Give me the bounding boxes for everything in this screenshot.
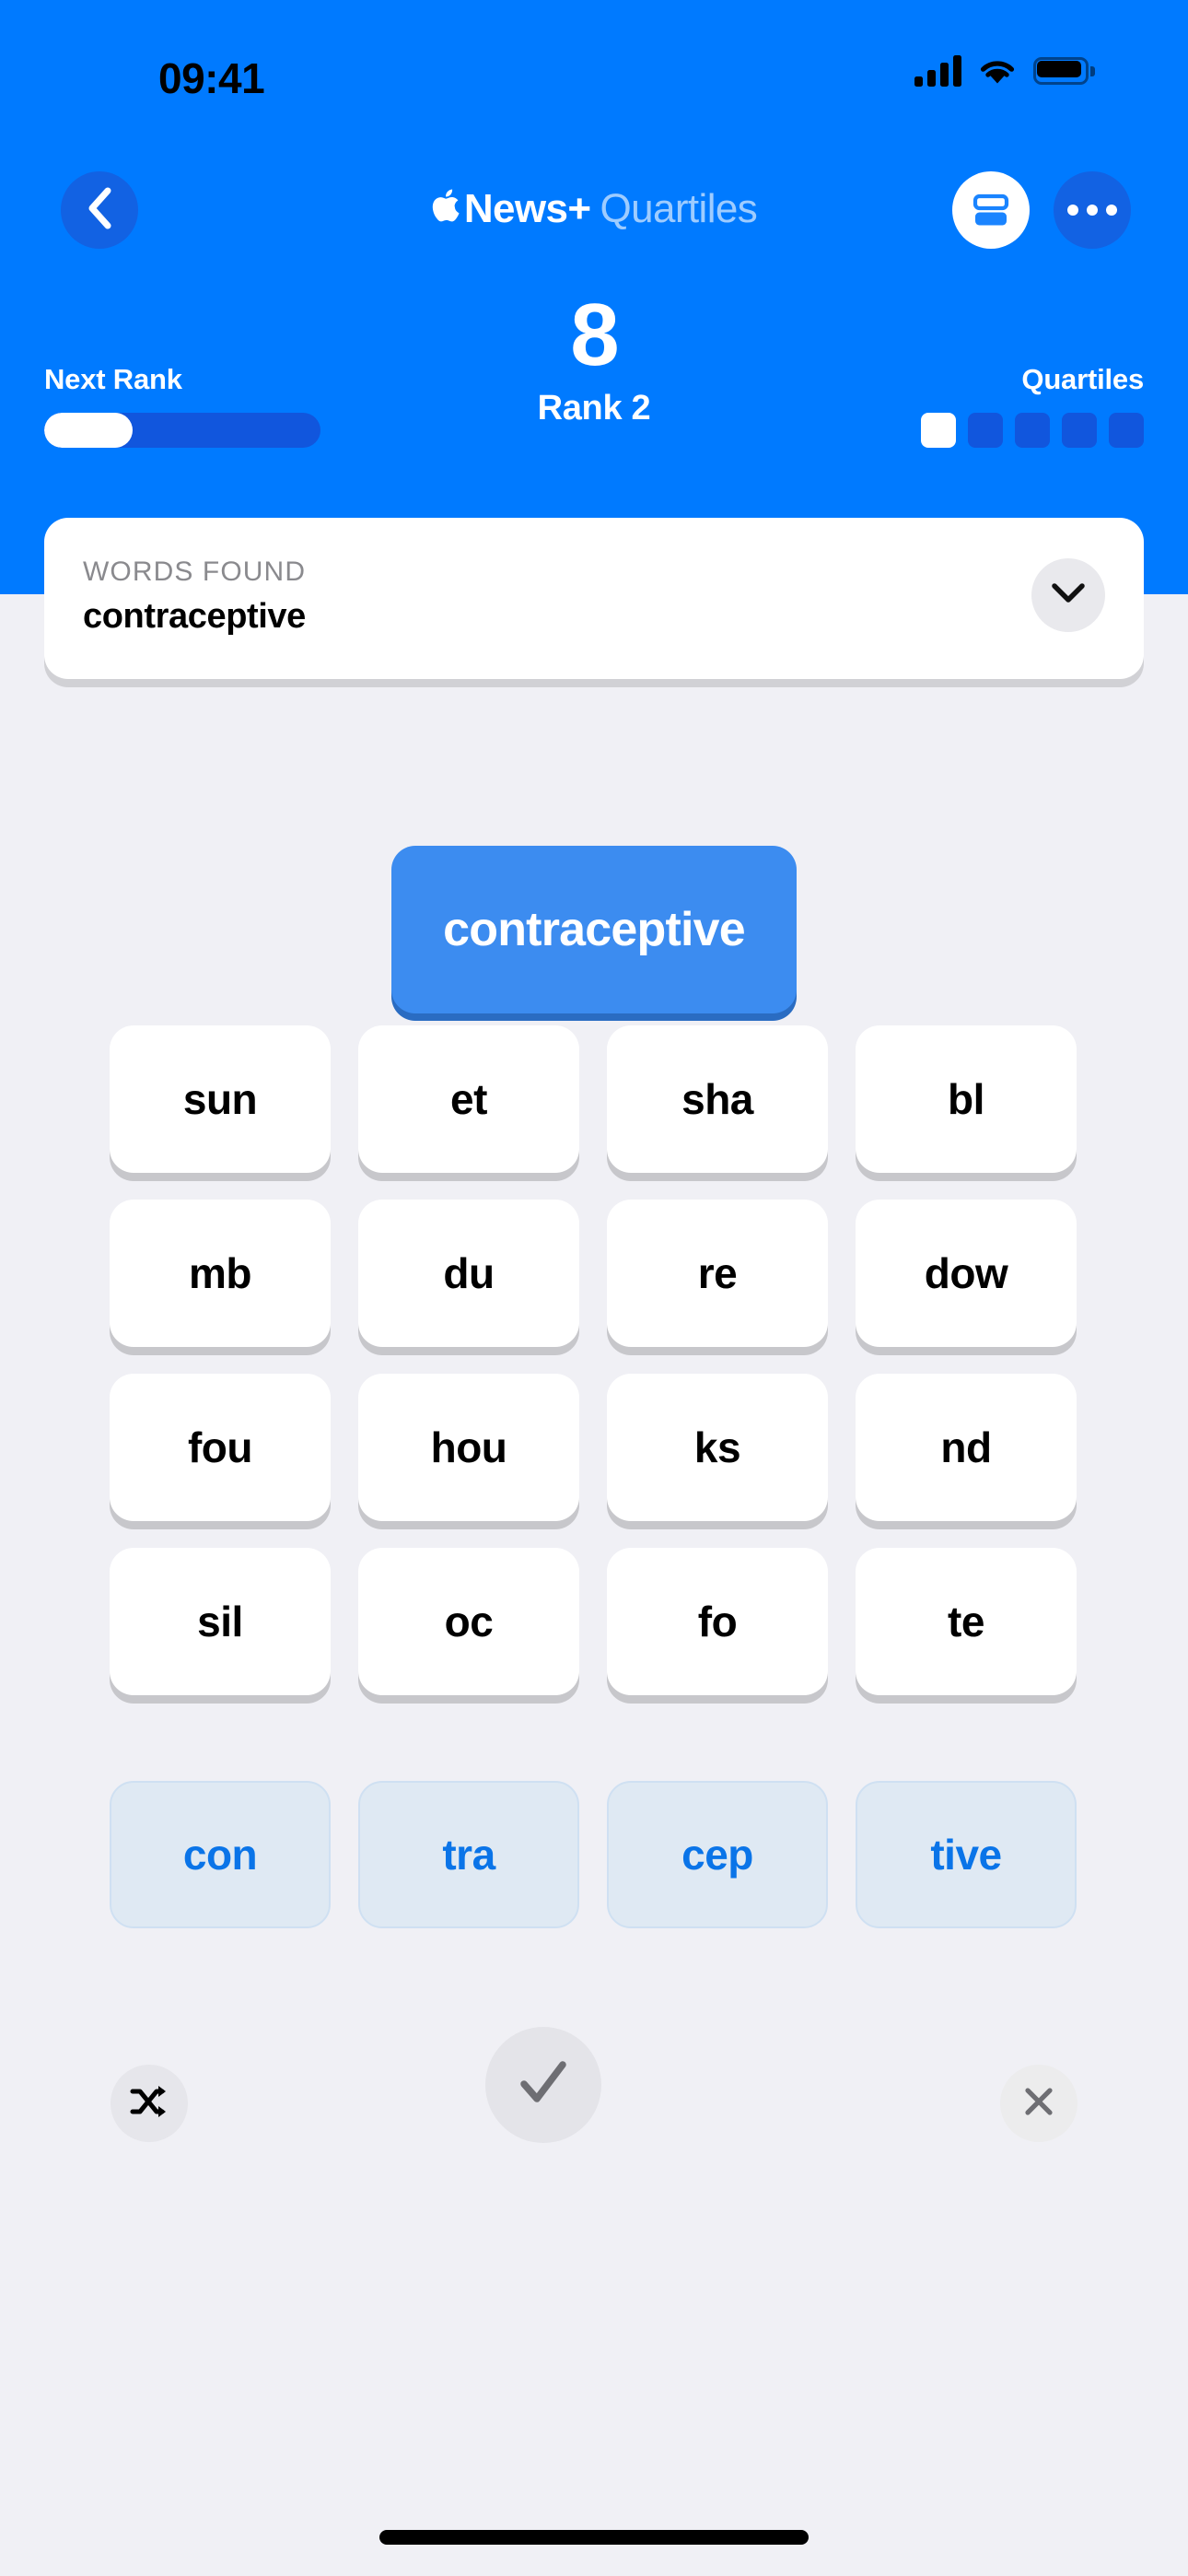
title-suffix: Quartiles [600, 186, 758, 231]
cards-layout-icon [970, 189, 1012, 231]
letter-tile[interactable]: sha [607, 1025, 828, 1173]
letter-tile[interactable]: dow [856, 1200, 1077, 1347]
selected-letter-tile[interactable]: con [110, 1781, 331, 1928]
quartiles-label: Quartiles [1021, 363, 1144, 395]
letter-tile[interactable]: et [358, 1025, 579, 1173]
quartiles-indicator-section: Quartiles [921, 363, 1144, 448]
quartile-box [1015, 413, 1050, 448]
quartile-box [968, 413, 1003, 448]
cellular-signal-icon [914, 55, 961, 87]
letter-tile[interactable]: sil [110, 1548, 331, 1695]
shuffle-icon [129, 2083, 169, 2125]
letter-tile[interactable]: nd [856, 1374, 1077, 1521]
letter-tile[interactable]: te [856, 1548, 1077, 1695]
letter-tile[interactable]: hou [358, 1374, 579, 1521]
apple-logo-icon [431, 187, 462, 234]
status-bar-time: 09:41 [158, 54, 265, 102]
words-found-expand-button[interactable] [1031, 558, 1105, 632]
words-found-card[interactable]: WORDS FOUND contraceptive [44, 518, 1144, 679]
letter-tile[interactable]: bl [856, 1025, 1077, 1173]
selected-letter-tile[interactable]: cep [607, 1781, 828, 1928]
app-screen: 09:41 News+ Quartiles 8 Rank 2 Next Rank… [0, 0, 1188, 2576]
letter-tile[interactable]: fou [110, 1374, 331, 1521]
wifi-icon [976, 55, 1019, 87]
status-bar-icons [914, 55, 1095, 87]
quartiles-progress-boxes [921, 413, 1144, 448]
close-x-icon [1020, 2083, 1057, 2125]
selected-letter-tile[interactable]: tra [358, 1781, 579, 1928]
tile-grid: sun et sha bl mb du re dow fou hou ks nd sil oc fo te [110, 1025, 1078, 1695]
words-found-label: WORDS FOUND [83, 556, 307, 587]
next-rank-progress-fill [44, 413, 133, 448]
chevron-down-icon [1050, 581, 1087, 610]
letter-tile[interactable]: ks [607, 1374, 828, 1521]
quartile-box [1062, 413, 1097, 448]
more-options-button[interactable] [1054, 171, 1131, 249]
shuffle-button[interactable] [111, 2065, 188, 2142]
quartile-box [1109, 413, 1144, 448]
checkmark-icon [515, 2056, 572, 2114]
current-word-text: contraceptive [443, 903, 746, 956]
current-word-pill[interactable]: contraceptive [391, 846, 797, 1013]
battery-icon [1033, 57, 1095, 85]
action-button-bar [0, 2027, 1188, 2220]
home-indicator [379, 2530, 809, 2545]
status-bar: 09:41 [0, 0, 1188, 111]
submit-button[interactable] [485, 2027, 601, 2143]
more-ellipsis-icon [1067, 205, 1117, 216]
letter-tile[interactable]: fo [607, 1548, 828, 1695]
selected-letter-tile[interactable]: tive [856, 1781, 1077, 1928]
title-brand: News+ [463, 186, 591, 231]
letter-tile[interactable]: oc [358, 1548, 579, 1695]
selected-tiles-row: con tra cep tive [110, 1781, 1078, 1928]
clear-button[interactable] [1000, 2065, 1077, 2142]
quartile-box [921, 413, 956, 448]
letter-tile[interactable]: du [358, 1200, 579, 1347]
words-found-value: contraceptive [83, 597, 306, 636]
letter-tile[interactable]: re [607, 1200, 828, 1347]
next-rank-label: Next Rank [44, 363, 182, 395]
next-rank-section: Next Rank [44, 363, 320, 448]
letter-tile[interactable]: sun [110, 1025, 331, 1173]
navigation-bar: News+ Quartiles [0, 166, 1188, 254]
cards-layout-button[interactable] [952, 171, 1030, 249]
next-rank-progress-track [44, 413, 320, 448]
letter-tile[interactable]: mb [110, 1200, 331, 1347]
